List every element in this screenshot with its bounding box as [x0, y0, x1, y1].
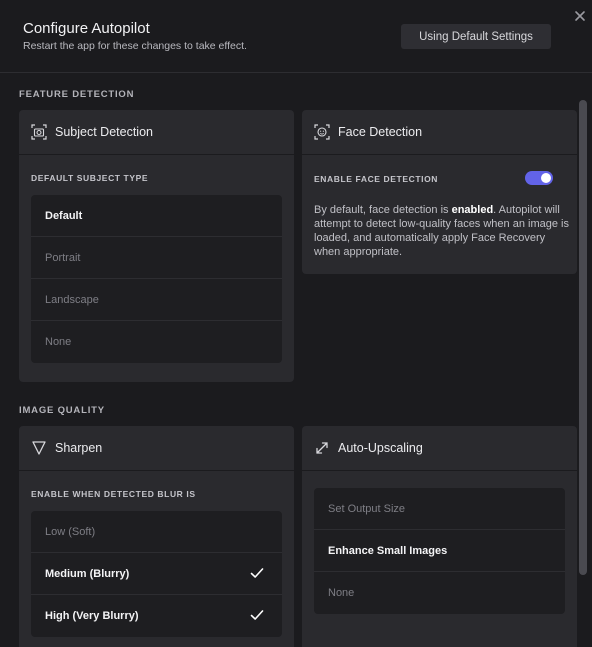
subject-detection-card: Subject Detection DEFAULT SUBJECT TYPE D… [19, 110, 294, 382]
dialog-header: Configure Autopilot Restart the app for … [0, 0, 592, 73]
upscaling-option-enhance-small-images[interactable]: Enhance Small Images [314, 530, 565, 572]
settings-scroll-area[interactable]: FEATURE DETECTION Subject Detection DEFA… [0, 74, 592, 647]
subject-detection-header: Subject Detection [19, 110, 294, 155]
close-icon[interactable] [573, 9, 587, 23]
default-subject-type-label: DEFAULT SUBJECT TYPE [31, 173, 149, 183]
vertical-scrollbar[interactable] [579, 100, 587, 575]
blur-option-low-label: Low (Soft) [45, 525, 96, 538]
blur-level-label: ENABLE WHEN DETECTED BLUR IS [31, 489, 196, 499]
enable-face-detection-label: ENABLE FACE DETECTION [314, 174, 439, 184]
auto-upscaling-title: Auto-Upscaling [338, 441, 423, 455]
face-scan-icon [314, 124, 330, 140]
face-detection-toggle[interactable] [525, 171, 553, 185]
subject-option-none[interactable]: None [31, 321, 282, 363]
subject-option-default[interactable]: Default [31, 195, 282, 237]
checkmark-icon [250, 568, 264, 578]
dialog-subtitle: Restart the app for these changes to tak… [23, 40, 247, 52]
blur-option-medium-label: Medium (Blurry) [45, 567, 130, 580]
subject-detection-title: Subject Detection [55, 125, 153, 139]
triangle-down-icon [31, 440, 47, 456]
blur-option-low[interactable]: Low (Soft) [31, 511, 282, 553]
camera-focus-icon [31, 124, 47, 140]
subject-type-list: Default Portrait Landscape None [31, 195, 282, 363]
face-detection-card: Face Detection ENABLE FACE DETECTION By … [302, 110, 577, 274]
using-default-settings-button[interactable]: Using Default Settings [401, 24, 551, 49]
upscaling-option-set-output-size[interactable]: Set Output Size [314, 488, 565, 530]
face-detection-description: By default, face detection is enabled. A… [314, 203, 572, 259]
blur-option-high[interactable]: High (Very Blurry) [31, 595, 282, 637]
face-desc-enabled: enabled [451, 204, 494, 216]
sharpen-header: Sharpen [19, 426, 294, 471]
sharpen-title: Sharpen [55, 441, 103, 455]
face-desc-text-start: By default, face detection is [314, 204, 452, 216]
section-label-feature-detection: FEATURE DETECTION [19, 89, 135, 100]
dialog-title: Configure Autopilot [23, 20, 150, 37]
subject-option-portrait[interactable]: Portrait [31, 237, 282, 279]
blur-option-medium[interactable]: Medium (Blurry) [31, 553, 282, 595]
sharpen-card: Sharpen ENABLE WHEN DETECTED BLUR IS Low… [19, 426, 294, 647]
auto-upscaling-card: Auto-Upscaling Set Output Size Enhance S… [302, 426, 577, 647]
face-detection-title: Face Detection [338, 125, 423, 139]
auto-upscaling-header: Auto-Upscaling [302, 426, 577, 471]
face-detection-header: Face Detection [302, 110, 577, 155]
upscaling-option-list: Set Output Size Enhance Small Images Non… [314, 488, 565, 614]
section-label-image-quality: IMAGE QUALITY [19, 405, 105, 416]
checkmark-icon [250, 610, 264, 620]
upscaling-option-none[interactable]: None [314, 572, 565, 614]
blur-option-high-label: High (Very Blurry) [45, 610, 139, 622]
subject-option-landscape[interactable]: Landscape [31, 279, 282, 321]
expand-arrows-icon [314, 440, 330, 456]
toggle-knob [541, 173, 551, 183]
blur-level-list: Low (Soft) Medium (Blurry) High (Very Bl… [31, 511, 282, 637]
